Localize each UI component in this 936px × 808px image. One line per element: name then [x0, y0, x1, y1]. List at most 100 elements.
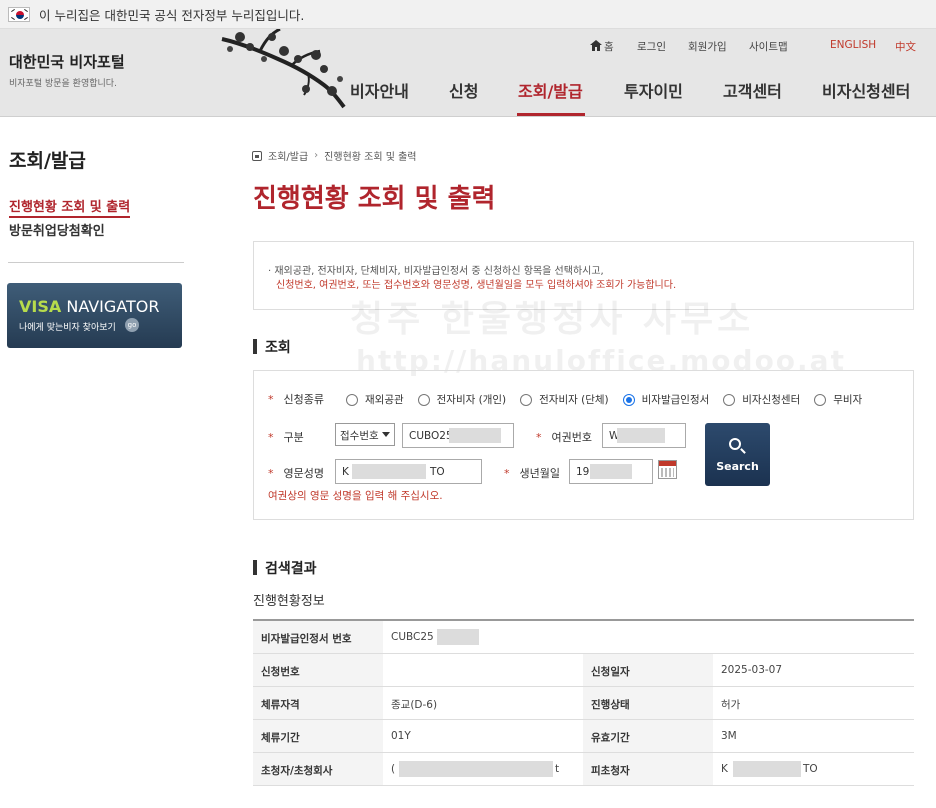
table-header-cell: 초청자/초청회사: [253, 753, 383, 785]
table-header-cell: 신청번호: [253, 654, 383, 686]
redaction-mask: [449, 428, 501, 443]
table-row: 비자발급인정서 번호 CUBC25: [253, 621, 914, 654]
table-header-cell: 진행상태: [583, 687, 713, 719]
table-row: 체류기간 01Y 유효기간 3M: [253, 720, 914, 753]
table-cell: [383, 654, 583, 686]
results-table: 비자발급인정서 번호 CUBC25 신청번호 신청일자 2025-03-07 체…: [253, 619, 914, 786]
gnb-inquiry-issue[interactable]: 조회/발급: [518, 78, 583, 102]
site-subtitle: 비자포털 방문을 환영합니다.: [9, 79, 117, 89]
chevron-down-icon: [382, 432, 390, 437]
breadcrumb-item[interactable]: 조회/발급: [268, 148, 308, 163]
table-header-cell: 체류기간: [253, 720, 383, 752]
redaction-mask: [733, 761, 801, 777]
notice-line-1: · 재외공관, 전자비자, 단체비자, 비자발급인정서 중 신청하신 항목을 선…: [268, 266, 604, 277]
table-row: 체류자격 종교(D-6) 진행상태 허가: [253, 687, 914, 720]
visa-navigator-subtitle: 나에게 맞는비자 찾아보기: [19, 323, 116, 333]
lnb-item-status-inquiry[interactable]: 진행현황 조회 및 출력: [9, 196, 131, 218]
korea-flag-icon: [8, 6, 30, 22]
site-logo[interactable]: 대한민국 비자포털: [9, 51, 125, 72]
table-cell: CUBC25: [383, 621, 914, 653]
gnb-customer-center[interactable]: 고객센터: [723, 78, 782, 102]
redaction-mask: [590, 464, 632, 479]
redaction-mask: [352, 464, 426, 479]
radio-circle-selected[interactable]: [622, 393, 635, 406]
radio-circle[interactable]: [417, 393, 430, 406]
table-cell: 허가: [721, 699, 741, 711]
lnb-title: 조회/발급: [9, 150, 86, 172]
gnb-investment-immigration[interactable]: 투자이민: [624, 78, 683, 102]
search-form: 신청종류 재외공관 전자비자 (개인) 전자비자 (단체) 비자발급인정서 비자…: [253, 370, 914, 520]
visa-navigator-title: VISA NAVIGATOR: [19, 297, 160, 316]
table-header-cell: 신청일자: [583, 654, 713, 686]
gnb-visa-guide[interactable]: 비자안내: [350, 78, 409, 102]
table-cell: 종교(D-6): [391, 699, 438, 711]
lnb-divider: [8, 262, 184, 263]
gov-banner: 이 누리집은 대한민국 공식 전자정부 누리집입니다.: [0, 0, 936, 29]
category-label: 구분: [268, 429, 304, 445]
radio-option-visa-application-center[interactable]: 비자신청센터: [723, 392, 800, 407]
receipt-number-input[interactable]: CUBO25: [402, 423, 514, 448]
lnb-item-visit-employment-lottery[interactable]: 방문취업당첨확인: [9, 220, 105, 239]
breadcrumb-home-icon[interactable]: [252, 150, 262, 161]
page-title: 진행현황 조회 및 출력: [253, 184, 496, 214]
radio-option-evisa-group[interactable]: 전자비자 (단체): [520, 392, 609, 407]
table-header-cell: 유효기간: [583, 720, 713, 752]
radio-option-overseas-mission[interactable]: 재외공관: [346, 392, 404, 407]
ink-branch-decoration-icon: [221, 29, 346, 109]
table-header-cell: 체류자격: [253, 687, 383, 719]
name-input-hint: 여권상의 영문 성명을 입력 해 주십시오.: [268, 490, 443, 502]
table-cell: K TO: [721, 761, 818, 777]
apply-type-label: 신청종류: [268, 391, 324, 407]
util-join-link[interactable]: 회원가입: [688, 39, 727, 54]
calendar-icon[interactable]: [658, 460, 677, 479]
notice-line-2: 신청번호, 여권번호, 또는 접수번호와 영문성명, 생년월일을 모두 입력하셔…: [276, 280, 677, 291]
radio-circle[interactable]: [346, 393, 358, 406]
home-icon[interactable]: [590, 40, 602, 51]
util-home-link[interactable]: 홈: [604, 39, 614, 54]
birthdate-input[interactable]: 19: [569, 459, 653, 484]
apply-type-radio-group: 재외공관 전자비자 (개인) 전자비자 (단체) 비자발급인정서 비자신청센터 …: [346, 392, 876, 407]
util-english-link[interactable]: ENGLISH: [830, 39, 876, 51]
table-cell: 01Y: [391, 730, 411, 742]
search-icon: [729, 438, 741, 450]
redaction-mask: [399, 761, 553, 777]
results-subheading: 진행현황정보: [253, 594, 325, 609]
redaction-mask: [617, 428, 665, 443]
table-row: 초청자/초청회사 ( t 피초청자 K TO: [253, 753, 914, 786]
table-cell: ( t: [391, 761, 560, 777]
util-sitemap-link[interactable]: 사이트맵: [749, 39, 788, 54]
search-section-heading: 조회: [253, 337, 291, 357]
passport-number-input[interactable]: W: [602, 423, 686, 448]
table-cell: 2025-03-07: [721, 664, 783, 676]
radio-circle[interactable]: [814, 393, 827, 406]
english-name-input[interactable]: K TO: [335, 459, 482, 484]
gnb-active-indicator: [517, 113, 585, 116]
english-name-label: 영문성명: [268, 465, 324, 481]
results-section-heading: 검색결과: [253, 558, 317, 578]
breadcrumb: 조회/발급 › 진행현황 조회 및 출력: [252, 148, 417, 163]
chevron-right-icon: ›: [314, 150, 319, 161]
passport-label: 여권번호: [536, 429, 592, 445]
birthdate-label: 생년월일: [504, 465, 560, 481]
radio-circle[interactable]: [520, 393, 533, 406]
gnb-apply[interactable]: 신청: [449, 78, 478, 102]
gov-banner-text: 이 누리집은 대한민국 공식 전자정부 누리집입니다.: [39, 7, 305, 23]
radio-option-visa-free[interactable]: 무비자: [814, 392, 862, 407]
gnb-visa-application-center[interactable]: 비자신청센터: [822, 78, 910, 102]
radio-option-evisa-individual[interactable]: 전자비자 (개인): [417, 392, 506, 407]
redaction-mask: [437, 629, 479, 645]
breadcrumb-item: 진행현황 조회 및 출력: [324, 152, 417, 163]
notice-box: · 재외공관, 전자비자, 단체비자, 비자발급인정서 중 신청하신 항목을 선…: [253, 241, 914, 310]
radio-option-visa-confirmation[interactable]: 비자발급인정서: [622, 392, 709, 407]
category-select[interactable]: 접수번호: [335, 423, 395, 446]
visa-navigator-banner[interactable]: VISA NAVIGATOR 나에게 맞는비자 찾아보기 go: [7, 283, 182, 348]
table-row: 신청번호 신청일자 2025-03-07: [253, 654, 914, 687]
util-login-link[interactable]: 로그인: [637, 39, 666, 54]
table-header-cell: 피초청자: [583, 753, 713, 785]
table-cell: 3M: [721, 730, 737, 742]
table-header-cell: 비자발급인정서 번호: [253, 621, 383, 653]
util-chinese-link[interactable]: 中文: [895, 39, 916, 54]
go-badge-icon: go: [125, 318, 139, 332]
search-button[interactable]: Search: [705, 423, 770, 486]
radio-circle[interactable]: [723, 393, 736, 406]
